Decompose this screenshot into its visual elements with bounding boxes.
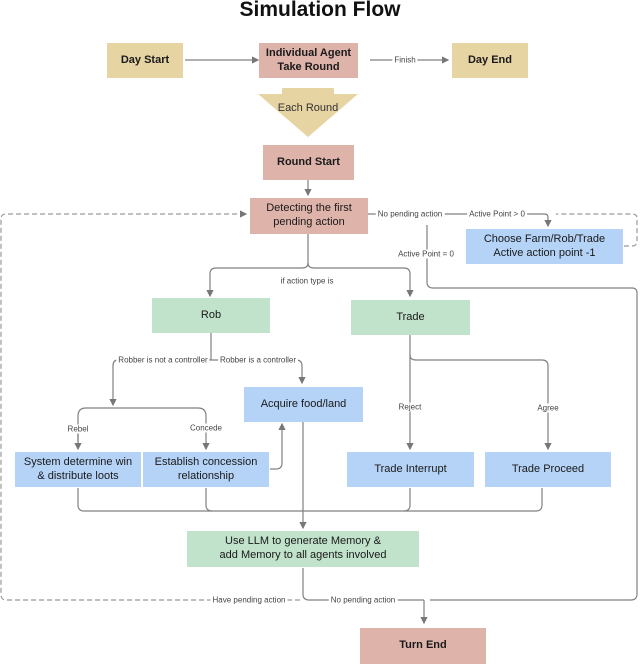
edge-detecting-split [206, 234, 309, 298]
label-no-pending-top: No pending action [375, 209, 445, 219]
label-no-pending-bottom: No pending action [328, 595, 398, 605]
node-trade-interrupt: Trade Interrupt [347, 452, 474, 487]
node-establish: Establish concession relationship [143, 452, 269, 487]
edge-establish-acquire [270, 422, 286, 470]
node-detecting: Detecting the first pending action [250, 198, 368, 234]
node-round-start: Round Start [263, 145, 354, 180]
label-agree: Agree [535, 403, 561, 413]
node-trade-proceed: Trade Proceed [485, 452, 611, 487]
node-turn-end: Turn End [360, 628, 486, 664]
node-day-end: Day End [452, 43, 528, 78]
node-each-round: Each Round [277, 102, 339, 114]
edge-merge-llm [77, 488, 543, 512]
label-rebel: Rebel [65, 424, 91, 434]
node-individual-agent: Individual Agent Take Round [259, 43, 358, 78]
node-acquire: Acquire food/land [244, 387, 363, 422]
node-rob: Rob [152, 298, 270, 333]
node-day-start: Day Start [107, 43, 183, 78]
label-active-point-gt0: Active Point > 0 [467, 209, 527, 219]
label-active-point-eq0: Active Point = 0 [396, 249, 456, 259]
label-finish: Finish [392, 55, 418, 65]
diagram-title: Simulation Flow [239, 0, 401, 21]
node-use-llm: Use LLM to generate Memory & add Memory … [187, 531, 419, 567]
edge-activepoint-zero [426, 225, 638, 601]
label-have-pending: Have pending action [210, 595, 288, 605]
label-robber-is-controller: Robber is a controller [217, 355, 299, 365]
label-concede: Concede [187, 423, 225, 433]
node-trade: Trade [351, 300, 470, 335]
label-if-action-type: if action type is [278, 276, 336, 286]
label-robber-not-controller: Robber is not a controller [116, 355, 210, 365]
label-reject: Reject [396, 402, 424, 412]
node-choose-action: Choose Farm/Rob/Trade Active action poin… [466, 229, 623, 264]
node-system-determine: System determine win & distribute loots [15, 452, 141, 487]
